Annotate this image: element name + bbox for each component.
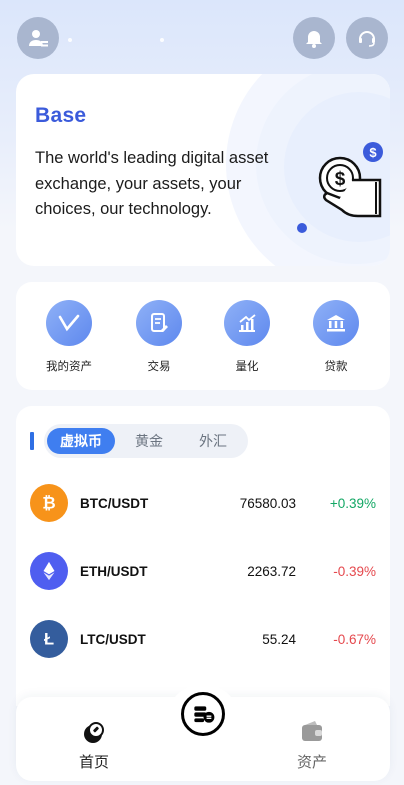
nav-assets[interactable]: 资产 — [272, 719, 352, 772]
svg-text:$: $ — [369, 145, 377, 160]
bank-icon — [327, 315, 345, 332]
tab-crypto[interactable]: 虚拟币 — [47, 428, 115, 454]
price-change: +0.39% — [329, 496, 376, 511]
home-coins-icon — [84, 722, 104, 743]
svg-text:Ł: Ł — [44, 631, 54, 649]
market-panel: 虚拟币 黄金 外汇 ₿ BTC/USDT 76580.03 +0.39% ETH… — [16, 406, 390, 706]
bitcoin-icon: ₿ — [30, 484, 68, 522]
nav-assets-label: 资产 — [296, 754, 327, 771]
wallet-check-icon — [58, 314, 80, 332]
quick-actions-panel: 我的资产 交易 量化 贷款 — [16, 282, 390, 390]
quick-action-label: 量化 — [235, 361, 259, 373]
tab-forex[interactable]: 外汇 — [182, 428, 244, 454]
quick-action-quant[interactable]: 量化 — [207, 300, 287, 374]
quick-action-label: 我的资产 — [46, 361, 92, 373]
price-value: 2263.72 — [247, 564, 296, 579]
notification-button[interactable] — [293, 17, 335, 59]
svg-text:$: $ — [335, 169, 346, 190]
hero-title: Base — [35, 104, 87, 127]
quick-action-label: 交易 — [147, 361, 171, 373]
bell-icon — [306, 31, 322, 48]
quick-action-trade[interactable]: 交易 — [119, 300, 199, 374]
chart-growth-icon — [239, 314, 256, 332]
market-row-eth[interactable]: ETH/USDT 2263.72 -0.39% — [16, 552, 390, 592]
price-value: 76580.03 — [239, 496, 296, 511]
support-button[interactable] — [346, 17, 388, 59]
profile-button[interactable] — [17, 17, 59, 59]
section-accent-bar — [30, 432, 34, 450]
pair-name: BTC/USDT — [80, 496, 149, 511]
quick-action-my-assets[interactable]: 我的资产 — [29, 300, 109, 374]
market-tabs: 虚拟币 黄金 外汇 — [44, 424, 248, 458]
headset-icon — [359, 31, 375, 47]
litecoin-icon: Ł — [30, 620, 68, 658]
price-value: 55.24 — [262, 632, 296, 647]
quick-action-loan[interactable]: 贷款 — [296, 300, 376, 374]
nav-home-label: 首页 — [78, 754, 109, 771]
price-change: -0.67% — [333, 632, 376, 647]
pair-name: ETH/USDT — [80, 564, 148, 579]
quick-action-label: 贷款 — [324, 361, 348, 373]
hero-description: The world's leading digital asset exchan… — [35, 149, 269, 218]
ethereum-icon — [30, 552, 68, 590]
pair-name: LTC/USDT — [80, 632, 146, 647]
hero-banner: Base The world's leading digital asset e… — [16, 74, 390, 266]
svg-text:₿: ₿ — [42, 495, 55, 513]
wallet-icon — [302, 721, 322, 741]
nav-home[interactable]: 首页 — [54, 719, 134, 772]
nav-center-trade-button[interactable] — [181, 692, 225, 736]
hand-dollar-illustration-icon: $ $ — [297, 142, 383, 233]
tab-gold[interactable]: 黄金 — [118, 428, 180, 454]
market-row-ltc[interactable]: Ł LTC/USDT 55.24 -0.67% — [16, 620, 390, 660]
user-icon — [29, 30, 48, 47]
trade-center-icon — [194, 706, 215, 723]
price-change: -0.39% — [333, 564, 376, 579]
document-edit-icon — [151, 313, 168, 332]
market-row-btc[interactable]: ₿ BTC/USDT 76580.03 +0.39% — [16, 484, 390, 524]
